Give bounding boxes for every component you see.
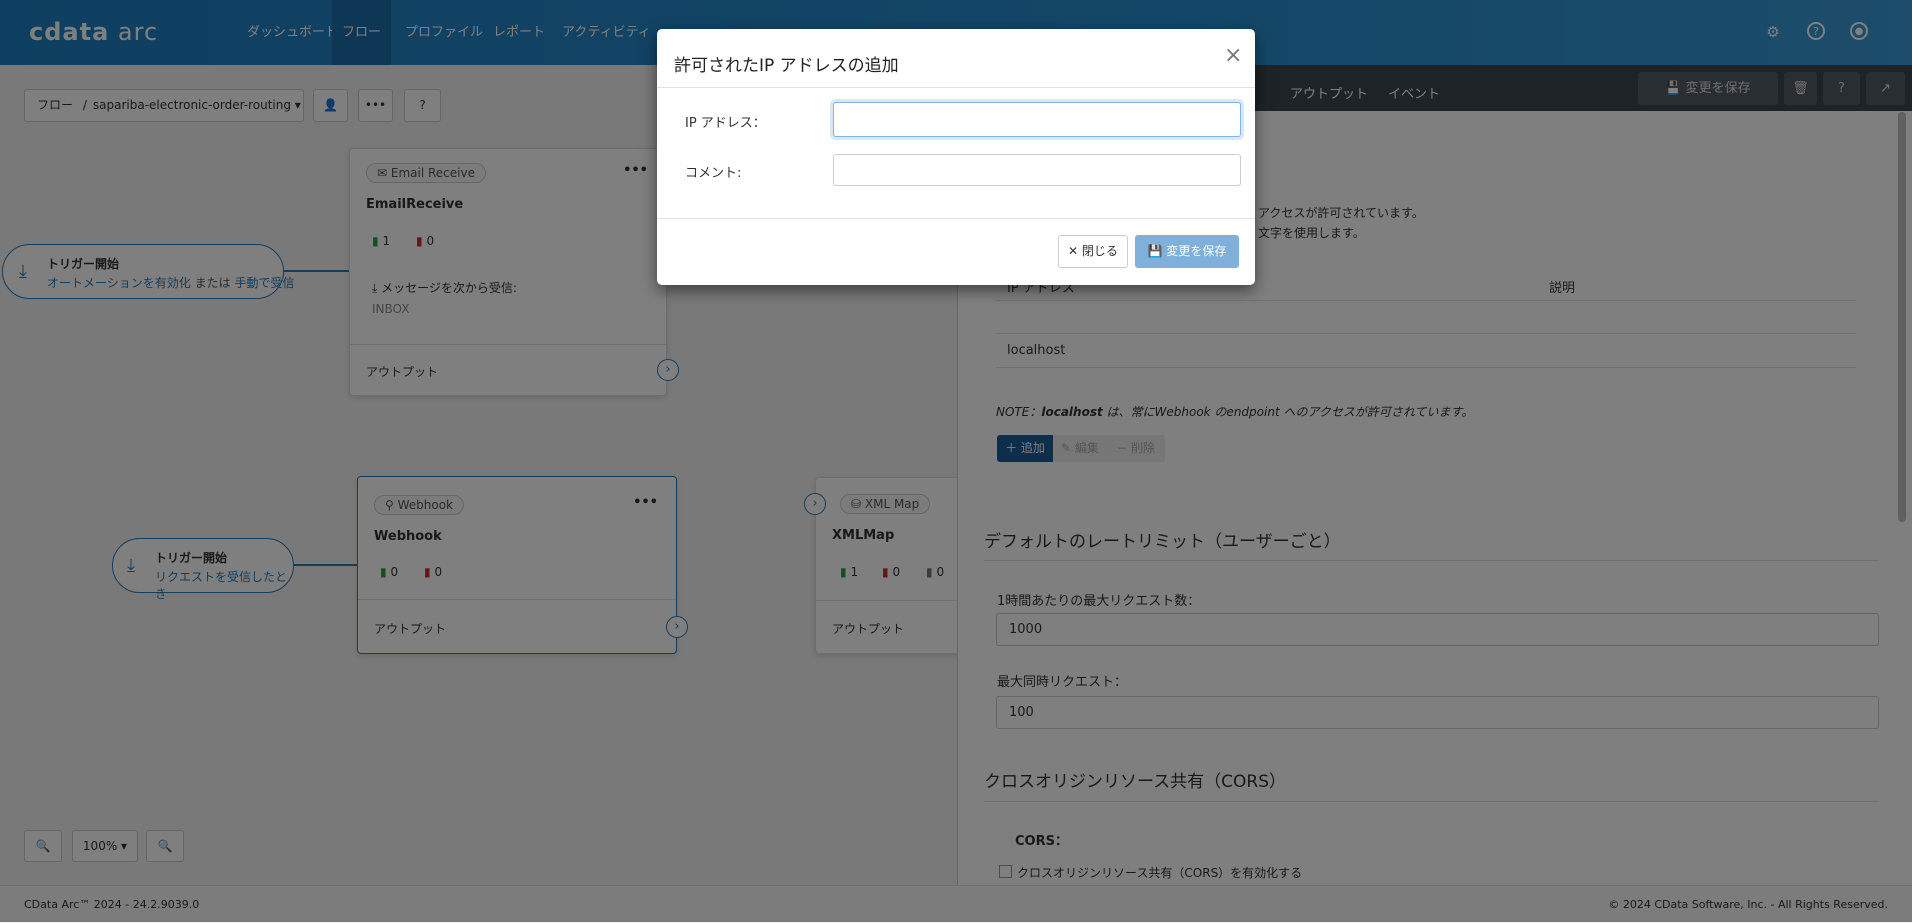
comment-label: コメント: <box>685 166 742 181</box>
save-changes-button[interactable]: 💾 変更を保存 <box>1135 235 1239 268</box>
close-icon[interactable]: × <box>1224 43 1242 68</box>
comment-input[interactable] <box>833 154 1241 186</box>
close-button[interactable]: ✕ 閉じる <box>1058 235 1128 268</box>
ip-address-label: IP アドレス： <box>685 116 766 131</box>
modal-title: 許可されたIP アドレスの追加 <box>674 56 899 76</box>
add-ip-modal: 許可されたIP アドレスの追加 × IP アドレス： コメント: ✕ 閉じる 💾… <box>657 29 1255 285</box>
ip-address-input[interactable] <box>833 102 1241 137</box>
